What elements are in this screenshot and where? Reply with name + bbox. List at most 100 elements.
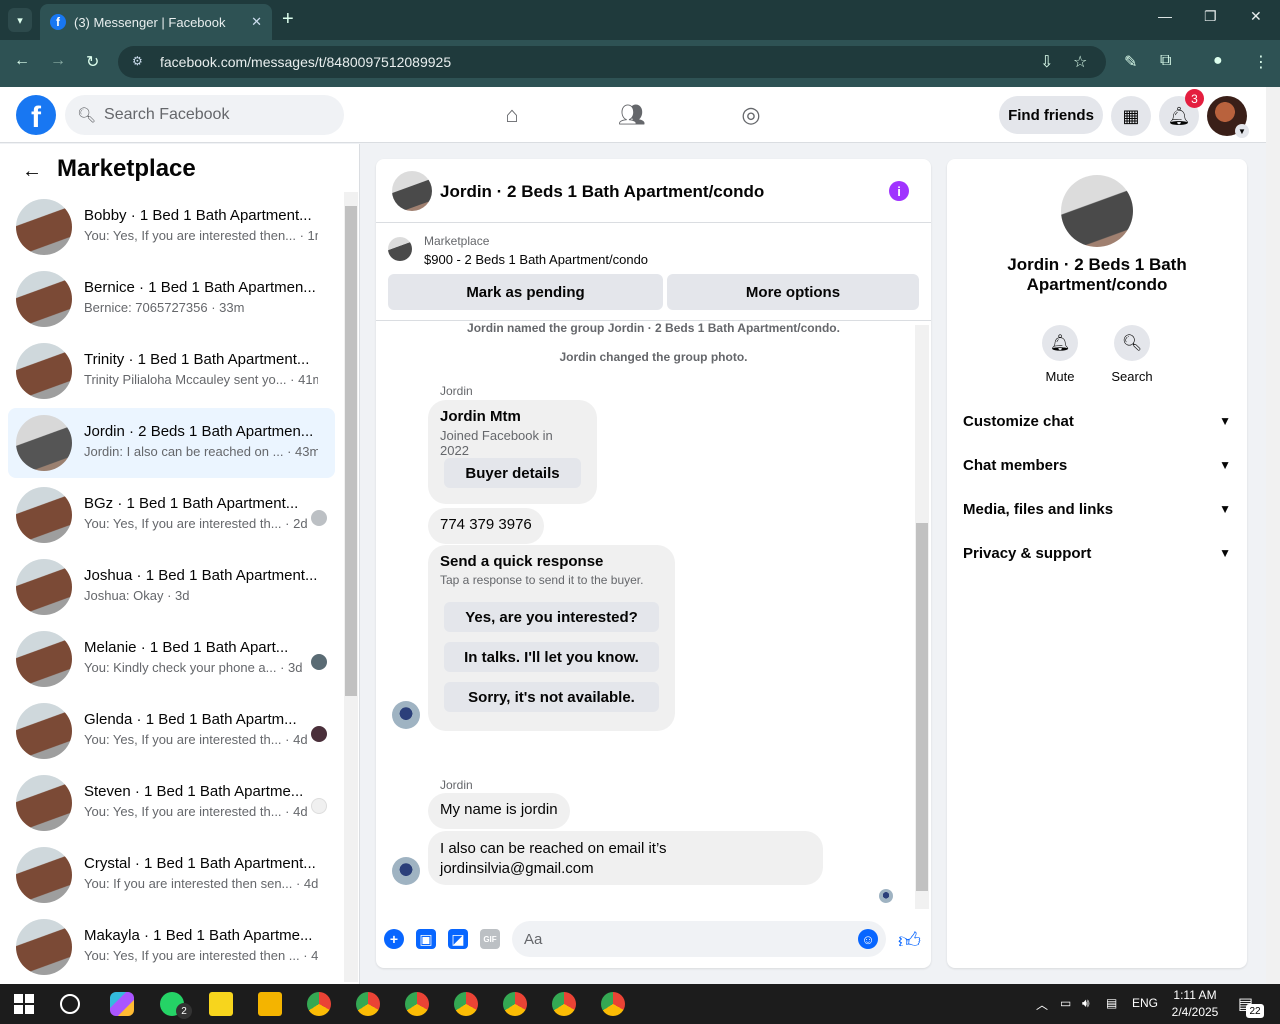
search-icon: 🔍︎: [1114, 325, 1150, 361]
chat-members-section[interactable]: Chat members ▼: [963, 445, 1231, 485]
maximize-icon[interactable]: ❐: [1204, 8, 1217, 25]
conversation-item[interactable]: Joshua · 1 Bed 1 Bath Apartment... Joshu…: [8, 552, 335, 622]
extensions-icon[interactable]: ⧉: [1160, 52, 1171, 70]
quick-reply-in-talks-button[interactable]: In talks. I'll let you know.: [444, 642, 659, 672]
chrome-icon[interactable]: [552, 992, 576, 1016]
chrome-icon[interactable]: [503, 992, 527, 1016]
facebook-logo-icon[interactable]: f: [16, 95, 56, 135]
sticker-icon[interactable]: ◪: [448, 929, 468, 949]
info-icon[interactable]: i: [889, 181, 909, 201]
quick-reply-not-available-button[interactable]: Sorry, it's not available.: [444, 682, 659, 712]
site-settings-icon[interactable]: ⚙: [132, 54, 148, 70]
conversation-item[interactable]: Trinity · 1 Bed 1 Bath Apartment... Trin…: [8, 336, 335, 406]
chat-title[interactable]: Jordin · 2 Beds 1 Bath Apartment/condo: [440, 182, 764, 202]
chat-avatar[interactable]: [392, 171, 432, 211]
customize-chat-section[interactable]: Customize chat ▼: [963, 401, 1231, 441]
chrome-icon[interactable]: [356, 992, 380, 1016]
close-window-icon[interactable]: ✕: [1250, 8, 1262, 25]
meet-now-icon[interactable]: ▭: [1060, 996, 1071, 1010]
page-scrollbar[interactable]: [1266, 87, 1280, 984]
find-friends-button[interactable]: Find friends: [999, 96, 1103, 134]
back-arrow-icon[interactable]: ←: [22, 160, 42, 183]
menu-grid-icon[interactable]: ▦: [1111, 96, 1151, 136]
friends-icon[interactable]: 👥︎: [618, 101, 646, 129]
message-bubble: My name is jordin: [428, 793, 570, 829]
home-icon[interactable]: ⌂: [498, 101, 526, 129]
message-input[interactable]: Aa: [512, 921, 886, 957]
facebook-search-input[interactable]: 🔍︎ Search Facebook: [65, 95, 344, 135]
forward-icon[interactable]: →: [50, 52, 66, 70]
listing-price[interactable]: $900 - 2 Beds 1 Bath Apartment/condo: [424, 252, 648, 267]
clock-date: 2/4/2025: [1171, 1005, 1219, 1019]
scrollbar-thumb[interactable]: [916, 523, 928, 891]
media-files-links-section[interactable]: Media, files and links ▼: [963, 489, 1231, 529]
chrome-menu-icon[interactable]: ⋮: [1253, 52, 1269, 72]
system-message: Jordin changed the group photo.: [559, 350, 748, 364]
tab-search-icon[interactable]: ▾: [8, 8, 32, 32]
quick-reply-interested-button[interactable]: Yes, are you interested?: [444, 602, 659, 632]
conversation-item[interactable]: Crystal · 1 Bed 1 Bath Apartment... You:…: [8, 840, 335, 910]
conversation-item[interactable]: Bernice · 1 Bed 1 Bath Apartmen... Berni…: [8, 264, 335, 334]
system-clock[interactable]: 1:11 AM 2/4/2025: [1160, 987, 1230, 1021]
conversation-item[interactable]: Makayla · 1 Bed 1 Bath Apartme... You: Y…: [8, 912, 335, 982]
bookmark-star-icon[interactable]: ☆: [1073, 52, 1087, 72]
section-label: Chat members: [963, 456, 1068, 474]
sticky-notes-icon[interactable]: [209, 992, 233, 1016]
search-button[interactable]: 🔍︎ Search: [1102, 325, 1162, 384]
group-avatar[interactable]: [1061, 175, 1133, 247]
copilot-icon[interactable]: [110, 992, 134, 1016]
privacy-support-section[interactable]: Privacy & support ▼: [963, 533, 1231, 573]
conversation-item[interactable]: Bobby · 1 Bed 1 Bath Apartment... You: Y…: [8, 192, 335, 262]
account-avatar[interactable]: ▼: [1207, 96, 1249, 138]
conversation-item[interactable]: Melanie · 1 Bed 1 Bath Apart... You: Kin…: [8, 624, 335, 694]
sender-avatar[interactable]: [392, 701, 420, 729]
conversation-item[interactable]: BGz · 1 Bed 1 Bath Apartment... You: Yes…: [8, 480, 335, 550]
conversation-name: Glenda · 1 Bed 1 Bath Apartm...: [84, 711, 297, 728]
taskbar-search-icon[interactable]: [60, 994, 80, 1014]
gif-icon[interactable]: GIF: [480, 929, 500, 949]
reload-icon[interactable]: ↻: [86, 52, 99, 72]
sidebar-scrollbar[interactable]: [344, 192, 358, 982]
listing-thumbnail[interactable]: [388, 237, 412, 261]
language-indicator[interactable]: ENG: [1132, 996, 1158, 1010]
back-icon[interactable]: ←: [14, 52, 30, 70]
conversation-name: Jordin · 2 Beds 1 Bath Apartmen...: [84, 423, 314, 440]
listing-thumbnail: [16, 271, 72, 327]
chrome-icon[interactable]: [307, 992, 331, 1016]
sender-avatar[interactable]: [392, 857, 420, 885]
thumbs-up-icon[interactable]: 👍︎: [898, 927, 921, 954]
groups-icon[interactable]: ◎: [737, 101, 765, 129]
tab-close-icon[interactable]: ✕: [251, 14, 262, 30]
buyer-details-button[interactable]: Buyer details: [444, 458, 581, 488]
mark-as-pending-button[interactable]: Mark as pending: [388, 274, 663, 310]
install-app-icon[interactable]: ⇩: [1040, 52, 1053, 72]
conversation-snippet: You: Yes, If you are interested th... · …: [84, 804, 308, 819]
minimize-icon[interactable]: —: [1158, 8, 1172, 24]
pen-icon[interactable]: ✎: [1124, 52, 1137, 72]
add-icon[interactable]: +: [384, 929, 404, 949]
scrollbar-thumb[interactable]: [345, 206, 357, 696]
conversation-item[interactable]: Glenda · 1 Bed 1 Bath Apartm... You: Yes…: [8, 696, 335, 766]
url-field[interactable]: ⚙ facebook.com/messages/t/84800975120899…: [118, 46, 1106, 78]
listing-thumbnail: [16, 703, 72, 759]
file-explorer-icon[interactable]: [258, 992, 282, 1016]
tray-chevron-up-icon[interactable]: ︿: [1036, 996, 1048, 1013]
emoji-icon[interactable]: ☺: [858, 929, 878, 949]
chrome-icon[interactable]: [405, 992, 429, 1016]
conversation-item-active[interactable]: Jordin · 2 Beds 1 Bath Apartmen... Jordi…: [8, 408, 335, 478]
photo-icon[interactable]: ▣: [416, 929, 436, 949]
more-options-button[interactable]: More options: [667, 274, 919, 310]
chrome-icon[interactable]: [601, 992, 625, 1016]
windows-start-icon[interactable]: [14, 994, 34, 1014]
notification-badge: 3: [1185, 89, 1204, 108]
volume-icon[interactable]: 🔊︎: [1082, 996, 1090, 1011]
new-tab-icon[interactable]: +: [282, 8, 294, 30]
listing-thumbnail: [16, 415, 72, 471]
chat-scrollbar[interactable]: [915, 325, 929, 909]
profile-icon[interactable]: ●: [1213, 52, 1223, 70]
network-icon[interactable]: ▤: [1106, 996, 1117, 1010]
chrome-icon-active[interactable]: [454, 992, 478, 1016]
mute-button[interactable]: 🔔︎ Mute: [1030, 325, 1090, 384]
browser-tab[interactable]: f (3) Messenger | Facebook ✕: [40, 4, 272, 40]
conversation-item[interactable]: Steven · 1 Bed 1 Bath Apartme... You: Ye…: [8, 768, 335, 838]
